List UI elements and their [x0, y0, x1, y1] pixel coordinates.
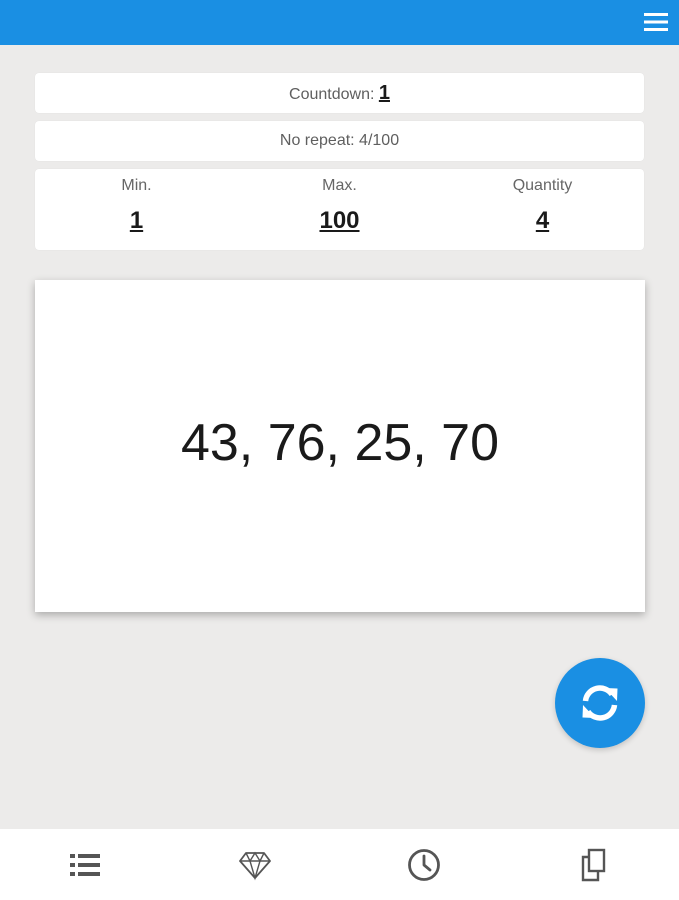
nav-copy[interactable] [509, 829, 679, 900]
countdown-card: Countdown: 1 [35, 73, 644, 113]
generate-button[interactable] [555, 658, 645, 748]
nav-premium[interactable] [170, 829, 340, 900]
countdown-value[interactable]: 1 [379, 82, 390, 104]
result-numbers: 43, 76, 25, 70 [180, 414, 500, 472]
diamond-icon [239, 851, 271, 880]
refresh-icon [582, 685, 618, 721]
min-label: Min. [121, 177, 152, 194]
copy-icon [581, 848, 606, 881]
nav-list[interactable] [0, 829, 170, 900]
countdown-label: Countdown: [289, 86, 379, 103]
quantity-value[interactable]: 4 [536, 207, 549, 235]
range-card: Min. 1 Max. 100 Quantity 4 [35, 169, 644, 250]
list-icon [70, 853, 100, 876]
max-label: Max. [322, 177, 357, 194]
min-value[interactable]: 1 [130, 207, 143, 235]
countdown-row: Countdown: 1 [35, 73, 644, 113]
clock-icon [408, 848, 440, 881]
hamburger-menu-icon [644, 13, 668, 31]
quantity-label: Quantity [512, 177, 573, 194]
no-repeat-card[interactable]: No repeat: 4/100 [35, 121, 644, 161]
nav-history[interactable] [339, 829, 509, 900]
quantity-column: Quantity 4 [441, 169, 644, 250]
result-card: 43, 76, 25, 70 [35, 280, 645, 612]
no-repeat-text: No repeat: 4/100 [279, 132, 400, 149]
top-app-bar [0, 0, 679, 45]
max-value[interactable]: 100 [319, 207, 359, 235]
menu-button[interactable] [643, 10, 669, 34]
max-column: Max. 100 [238, 169, 441, 250]
bottom-navigation [0, 829, 679, 900]
min-column: Min. 1 [35, 169, 238, 250]
